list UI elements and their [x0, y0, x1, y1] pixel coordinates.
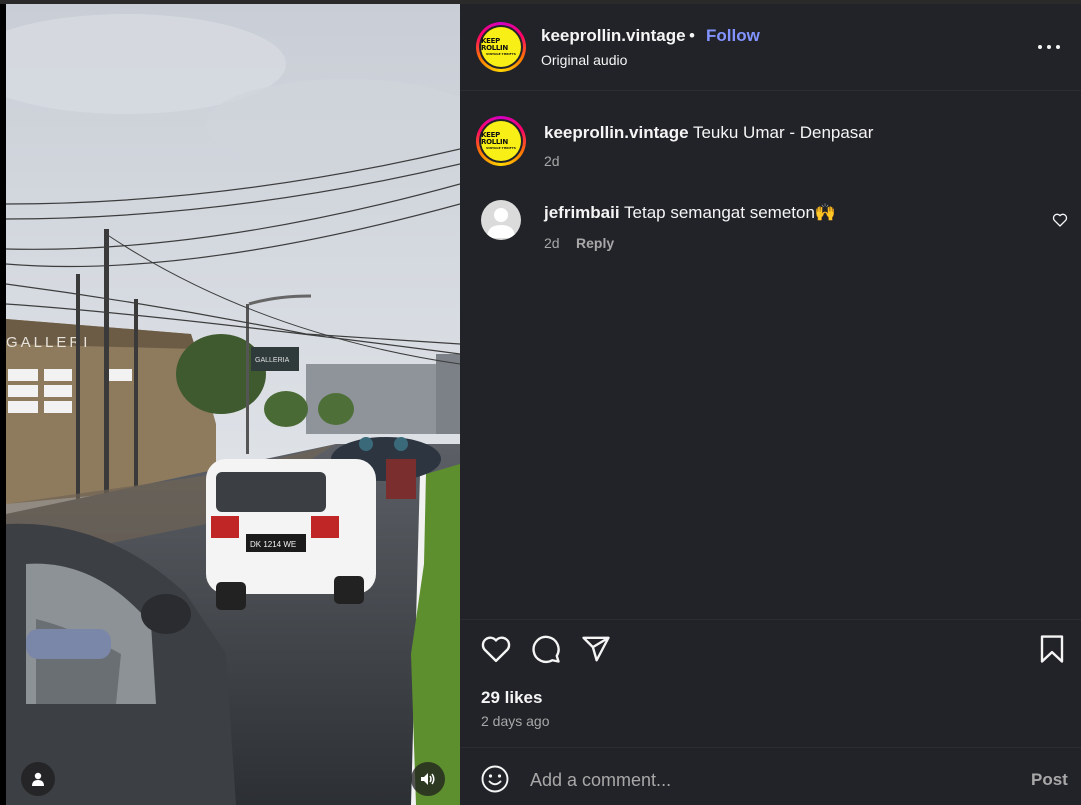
keep-rollin-logo: KEEP ROLLIN VINTAGE THRIFTS — [481, 121, 521, 161]
like-icon — [481, 636, 511, 663]
post-video[interactable]: GALLERI GALLERIA DK 1214 WE — [6, 4, 460, 805]
caption: keeprollin.vintage Teuku Umar - Denpasar — [544, 123, 873, 143]
user-tag-button[interactable] — [21, 762, 55, 796]
comment-time: 2d — [544, 235, 560, 251]
caption-text: Teuku Umar - Denpasar — [692, 123, 874, 142]
comment-button[interactable] — [530, 633, 562, 665]
caption-avatar[interactable]: KEEP ROLLIN VINTAGE THRIFTS — [476, 116, 526, 166]
default-avatar-icon — [487, 208, 515, 238]
comment-username[interactable]: jefrimbaii — [544, 203, 620, 222]
more-options-button[interactable] — [1038, 42, 1060, 52]
audio-toggle-button[interactable] — [411, 762, 445, 796]
post-header: KEEP ROLLIN VINTAGE THRIFTS keeprollin.v… — [460, 4, 1081, 91]
divider — [460, 747, 1081, 748]
small-heart-icon[interactable] — [1052, 212, 1068, 228]
likes-count[interactable]: 29 likes — [481, 688, 542, 708]
comment-input[interactable] — [530, 768, 1010, 792]
post-date: 2 days ago — [481, 713, 550, 729]
comment-text: Tetap semangat semeton🙌 — [624, 203, 837, 222]
caption-time: 2d — [544, 153, 560, 169]
share-button[interactable] — [580, 633, 612, 665]
more-icon — [1038, 45, 1042, 49]
separator-dot: • — [689, 26, 695, 45]
comment: jefrimbaii Tetap semangat semeton🙌 — [544, 203, 836, 223]
divider — [460, 619, 1081, 620]
like-button[interactable] — [480, 633, 512, 665]
follow-button[interactable]: Follow — [706, 26, 760, 46]
caption-username[interactable]: keeprollin.vintage — [544, 123, 689, 142]
share-icon — [582, 636, 610, 662]
post-comment-button[interactable]: Post — [1031, 770, 1068, 790]
author-avatar[interactable]: KEEP ROLLIN VINTAGE THRIFTS — [476, 22, 526, 72]
audio-label[interactable]: Original audio — [541, 52, 627, 68]
save-icon — [1040, 635, 1064, 663]
post-details-panel: KEEP ROLLIN VINTAGE THRIFTS keeprollin.v… — [460, 4, 1081, 805]
user-tag-icon — [32, 772, 44, 786]
comment-icon — [532, 635, 560, 664]
keep-rollin-logo: KEEP ROLLIN VINTAGE THRIFTS — [481, 27, 521, 67]
street-scene: GALLERI GALLERIA DK 1214 WE — [6, 4, 460, 805]
save-button[interactable] — [1036, 633, 1068, 665]
speaker-icon — [421, 773, 435, 785]
author-username[interactable]: keeprollin.vintage — [541, 26, 686, 46]
license-plate: DK 1214 WE — [250, 540, 296, 549]
emoji-icon[interactable] — [480, 764, 510, 794]
commenter-avatar[interactable] — [481, 200, 521, 240]
billboard-sign: GALLERIA — [255, 357, 290, 364]
reply-button[interactable]: Reply — [576, 235, 614, 251]
